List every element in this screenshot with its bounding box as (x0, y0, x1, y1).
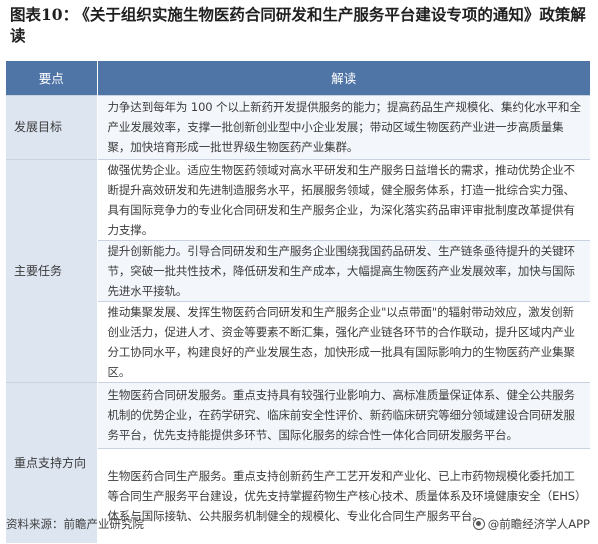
column-header-interpretation: 解读 (96, 61, 590, 95)
table-row: 发展目标 力争达到每年为 100 个以上新药开发提供服务的能力；提高药品生产规模… (6, 94, 590, 159)
qianzhan-logo-icon (472, 518, 485, 530)
row-desc-goals: 力争达到每年为 100 个以上新药开发提供服务的能力；提高药品生产规模化、集约化… (96, 94, 590, 159)
table-title: 图表10： 《关于组织实施生物医药合同研发和生产服务平台建设专项的通知》政策解读 (10, 4, 588, 46)
table-row: 重点支持方向 生物医药合同研发服务。重点支持具有较强行业影响力、高标准质量保证体… (6, 381, 590, 543)
figure-title-text: 《关于组织实施生物医药合同研发和生产服务平台建设专项的通知》政策解读 (10, 5, 586, 45)
row-desc-focus-1: 生物医药合同研发服务。重点支持具有较强行业影响力、高标准质量保证体系、健全公共服… (96, 381, 590, 448)
policy-table: 要点 解读 发展目标 力争达到每年为 100 个以上新药开发提供服务的能力；提高… (6, 61, 590, 543)
column-header-key: 要点 (6, 61, 97, 95)
row-key-tasks: 主要任务 (6, 158, 97, 382)
brand-text: @前瞻经济学人APP (487, 517, 590, 531)
brand-attribution: @前瞻经济学人APP (472, 516, 590, 532)
footer: 资料来源：前瞻产业研究院 @前瞻经济学人APP (6, 516, 590, 536)
row-key-goals: 发展目标 (6, 94, 97, 159)
table-header-row: 要点 解读 (6, 61, 590, 95)
row-desc-task-3: 推动集聚发展、发挥生物医药合同研发和生产服务企业"以点带面"的辐射带动效应，激发… (96, 300, 590, 382)
row-desc-task-1: 做强优势企业。适应生物医药领域对高水平研发和生产服务日益增长的需求，推动优势企业… (96, 158, 590, 240)
source-note: 资料来源：前瞻产业研究院 (6, 517, 144, 531)
figure-label: 图表10： (10, 5, 79, 24)
table-row: 主要任务 做强优势企业。适应生物医药领域对高水平研发和生产服务日益增长的需求，推… (6, 158, 590, 382)
row-desc-task-2: 提升创新能力。引导合同研发和生产服务企业围绕我国药品研发、生产链条亟待提升的关键… (96, 239, 590, 301)
